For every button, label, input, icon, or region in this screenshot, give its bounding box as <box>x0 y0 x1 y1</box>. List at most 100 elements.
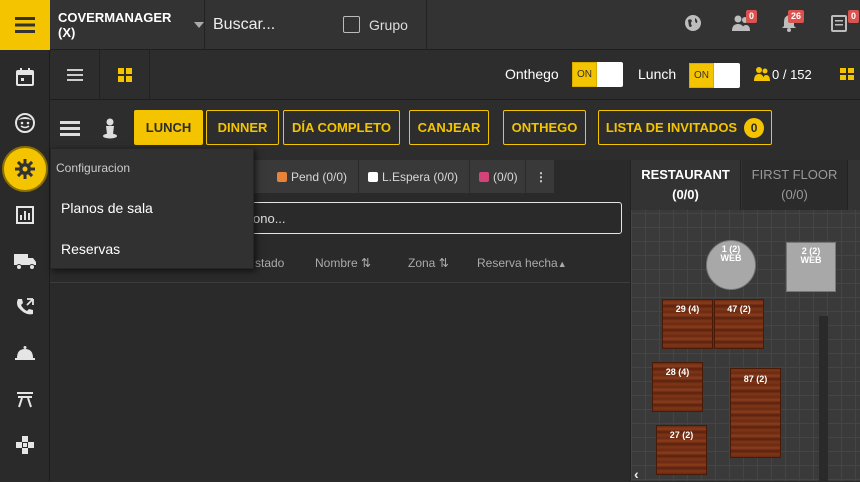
waiter-button[interactable] <box>102 117 122 139</box>
chevron-left-icon[interactable]: ‹ <box>634 467 648 481</box>
pending-color-swatch <box>277 171 287 182</box>
sidebar-item-service[interactable] <box>0 330 50 376</box>
sidebar-item-calls[interactable] <box>0 284 50 330</box>
table-label: 29 (4) <box>675 304 700 314</box>
phone-icon <box>17 298 34 315</box>
tab-restaurant-name: RESTAURANT <box>641 167 730 182</box>
table-29[interactable]: 29 (4) <box>662 299 713 349</box>
cloche-icon <box>15 346 35 360</box>
tab-other-status-label: (0/0) <box>493 169 518 184</box>
shift-dinner-button[interactable]: DINNER <box>206 110 279 145</box>
sidebar-item-clients[interactable] <box>0 100 50 146</box>
tab-other-status[interactable]: (0/0) <box>471 160 526 193</box>
tab-waitlist-label: L.Espera (0/0) <box>382 169 459 184</box>
group-checkbox[interactable] <box>343 16 360 33</box>
grid-view-button[interactable] <box>100 50 150 100</box>
sort-icon: ⇅ <box>438 256 449 270</box>
table-2[interactable]: 2 (2) WEB <box>786 242 836 292</box>
settings-dropdown: Configuracion Planos de sala Reservas <box>50 148 254 269</box>
table-label: 47 (2) <box>727 304 751 314</box>
search-input[interactable]: Buscar... Grupo <box>207 0 427 50</box>
menu-item-floor-plans[interactable]: Planos de sala <box>51 193 255 223</box>
table-28[interactable]: 28 (4) <box>652 362 703 412</box>
sidebar-item-integrations[interactable] <box>0 422 50 468</box>
bar-chart-icon <box>16 206 34 224</box>
sidebar-item-tables[interactable] <box>0 376 50 422</box>
sidebar-item-settings[interactable] <box>0 146 50 192</box>
onthego-label: Onthego <box>505 66 559 82</box>
floor-scrollbar[interactable] <box>819 316 828 481</box>
face-icon <box>15 113 35 133</box>
more-vertical-icon: ⋮ <box>535 169 547 184</box>
sidebar-item-delivery[interactable] <box>0 238 50 284</box>
restaurant-name: COVERMANAGER (X) <box>58 10 172 40</box>
list-icon <box>66 69 83 81</box>
sort-icon: ⇅ <box>361 256 372 270</box>
users-badge: 0 <box>746 10 758 23</box>
tab-pending-label: Pend (0/0) <box>291 169 348 184</box>
search-placeholder: Buscar... <box>213 16 276 33</box>
table-icon <box>17 392 33 408</box>
tab-pending[interactable]: Pend (0/0) <box>269 160 359 193</box>
tab-restaurant[interactable]: RESTAURANT (0/0) <box>631 160 741 210</box>
top-bar: COVERMANAGER (X) Buscar... Grupo 0 26 0 <box>0 0 860 50</box>
chevron-down-icon <box>194 22 204 28</box>
waiter-icon <box>103 118 117 139</box>
settings-highlight <box>2 146 48 192</box>
view-toolbar: Onthego ON Lunch ON 0 / 152 <box>50 50 860 100</box>
tab-restaurant-count: (0/0) <box>672 187 699 202</box>
truck-icon <box>14 254 36 270</box>
tab-first-floor-count: (0/0) <box>781 187 808 202</box>
col-nombre-label: Nombre <box>315 256 358 270</box>
covers-count: 0 / 152 <box>772 67 812 82</box>
restaurant-selector[interactable]: COVERMANAGER (X) <box>50 0 205 50</box>
tables-summary-icon <box>840 68 854 80</box>
guest-list-button[interactable]: LISTA DE INVITADOS 0 <box>598 110 772 145</box>
globe-icon[interactable] <box>684 14 704 34</box>
table-label: 27 (2) <box>669 430 694 440</box>
sidebar-item-calendar[interactable] <box>0 54 50 100</box>
shift-full-day-button[interactable]: DÍA COMPLETO <box>283 110 400 145</box>
table-27[interactable]: 27 (2) <box>656 425 707 475</box>
sidebar-item-reports[interactable] <box>0 192 50 238</box>
col-reserva-label: Reserva hecha <box>477 256 558 270</box>
onthego-button[interactable]: ONTHEGO <box>503 110 586 145</box>
col-estado[interactable]: stado <box>255 256 284 270</box>
more-tabs-button[interactable]: ⋮ <box>527 160 555 193</box>
table-sub: WEB <box>720 253 742 263</box>
reservation-search-text: ono... <box>253 210 286 226</box>
onthego-toggle[interactable]: ON <box>572 62 623 87</box>
table-label: 87 (2) <box>743 374 768 384</box>
tab-first-floor[interactable]: FIRST FLOOR (0/0) <box>742 160 848 210</box>
reservation-search-input[interactable]: ono... <box>240 202 622 234</box>
list-notification-icon[interactable]: 0 <box>830 10 860 34</box>
bell-badge: 26 <box>788 10 805 23</box>
col-zona[interactable]: Zona ⇅ <box>408 256 449 270</box>
tab-waitlist[interactable]: L.Espera (0/0) <box>360 160 470 193</box>
sidebar <box>0 50 50 481</box>
list-view-button[interactable] <box>50 50 100 100</box>
lunch-label: Lunch <box>638 66 677 82</box>
menu-lines-button[interactable] <box>60 120 82 138</box>
grid-icon <box>117 68 132 82</box>
table-47[interactable]: 47 (2) <box>714 299 764 349</box>
other-status-color-swatch <box>479 171 489 182</box>
lines-icon <box>60 121 80 136</box>
table-label: 28 (4) <box>665 367 690 377</box>
col-reserva[interactable]: Reserva hecha▲ <box>477 256 567 270</box>
calendar-icon <box>16 68 34 86</box>
menu-item-reservations[interactable]: Reservas <box>51 234 255 264</box>
redeem-button[interactable]: CANJEAR <box>409 110 489 145</box>
menu-toggle-button[interactable] <box>0 0 50 50</box>
users-notification-icon[interactable]: 0 <box>731 10 758 34</box>
shift-lunch-button[interactable]: LUNCH <box>134 110 203 145</box>
menu-item-reservations-label: Reservas <box>61 241 121 257</box>
lunch-toggle-state: ON <box>689 63 714 88</box>
bell-icon[interactable]: 26 <box>780 10 805 34</box>
col-nombre[interactable]: Nombre ⇅ <box>315 256 371 270</box>
table-sub: WEB <box>800 255 822 265</box>
table-1[interactable]: 1 (2) WEB <box>706 240 756 290</box>
table-87[interactable]: 87 (2) <box>730 368 781 458</box>
lunch-toggle[interactable]: ON <box>689 63 740 88</box>
menu-item-floor-plans-label: Planos de sala <box>61 200 153 216</box>
